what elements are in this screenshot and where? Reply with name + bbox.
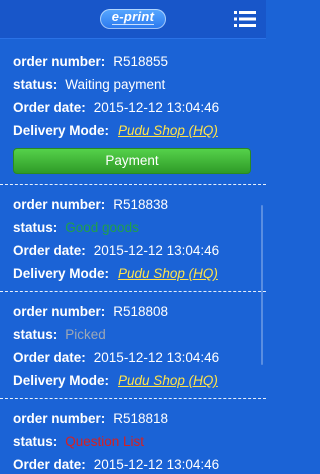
order-date-label: Order date: xyxy=(13,457,86,472)
payment-button[interactable]: Payment xyxy=(13,148,251,174)
order-date-label: Order date: xyxy=(13,243,86,258)
delivery-mode-label: Delivery Mode: xyxy=(13,373,110,388)
order-number-value: R518808 xyxy=(113,304,169,319)
status-value: Question List xyxy=(65,434,145,449)
order-date-label: Order date: xyxy=(13,100,86,115)
delivery-mode-label: Delivery Mode: xyxy=(13,266,110,281)
status-label: status: xyxy=(13,434,58,449)
delivery-mode-row: Delivery Mode: Pudu Shop (HQ) xyxy=(13,262,254,285)
status-label: status: xyxy=(13,327,58,342)
order-number-label: order number: xyxy=(13,304,106,319)
order-date-value: 2015-12-12 13:04:46 xyxy=(93,457,220,472)
order-number-value: R518838 xyxy=(113,197,169,212)
order-card[interactable]: order number: R518808 status: Picked Order… xyxy=(0,292,266,399)
order-date-row: Order date: 2015-12-12 13:04:46 xyxy=(13,96,254,119)
order-card[interactable]: order number: R518818 status: Question Lis… xyxy=(0,399,266,474)
order-date-label: Order date: xyxy=(13,350,86,365)
order-number-row: order number: R518808 xyxy=(13,300,254,323)
order-date-row: Order date: 2015-12-12 13:04:46 xyxy=(13,453,254,474)
order-number-label: order number: xyxy=(13,54,106,69)
delivery-mode-row: Delivery Mode: Pudu Shop (HQ) xyxy=(13,369,254,392)
order-number-row: order number: R518855 xyxy=(13,50,254,73)
status-row: status: Picked xyxy=(13,323,254,346)
order-date-value: 2015-12-12 13:04:46 xyxy=(93,243,220,258)
status-label: status: xyxy=(13,77,58,92)
logo-underline xyxy=(112,24,154,28)
delivery-shop-link[interactable]: Pudu Shop (HQ) xyxy=(118,266,218,281)
order-date-value: 2015-12-12 13:04:46 xyxy=(93,350,220,365)
e-print-logo[interactable]: e-print xyxy=(100,9,166,29)
delivery-shop-link[interactable]: Pudu Shop (HQ) xyxy=(118,123,218,138)
order-number-row: order number: R518818 xyxy=(13,407,254,430)
order-list: order number: R518855 status: Waiting paym… xyxy=(0,42,266,474)
status-label: status: xyxy=(13,220,58,235)
logo-text: e-print xyxy=(111,9,155,24)
order-number-label: order number: xyxy=(13,197,106,212)
status-value: Picked xyxy=(65,327,106,342)
order-card[interactable]: order number: R518855 status: Waiting paym… xyxy=(0,42,266,185)
status-row: status: Waiting payment xyxy=(13,73,254,96)
header-divider xyxy=(0,38,266,39)
status-row: status: Good goods xyxy=(13,216,254,239)
delivery-mode-row: Delivery Mode: Pudu Shop (HQ) xyxy=(13,119,254,142)
order-number-value: R518855 xyxy=(113,54,169,69)
app-root: e-print order number: R518855 status: Wait… xyxy=(0,0,266,474)
order-number-label: order number: xyxy=(13,411,106,426)
hamburger-menu-icon[interactable] xyxy=(234,10,256,28)
order-number-row: order number: R518838 xyxy=(13,193,254,216)
delivery-shop-link[interactable]: Pudu Shop (HQ) xyxy=(118,373,218,388)
order-date-value: 2015-12-12 13:04:46 xyxy=(93,100,220,115)
status-row: status: Question List xyxy=(13,430,254,453)
list-scrollbar[interactable] xyxy=(261,205,263,365)
delivery-mode-label: Delivery Mode: xyxy=(13,123,110,138)
status-value: Waiting payment xyxy=(65,77,166,92)
top-bar: e-print xyxy=(0,0,266,38)
status-value: Good goods xyxy=(65,220,139,235)
order-card[interactable]: order number: R518838 status: Good goods O… xyxy=(0,185,266,292)
order-number-value: R518818 xyxy=(113,411,169,426)
order-date-row: Order date: 2015-12-12 13:04:46 xyxy=(13,346,254,369)
order-date-row: Order date: 2015-12-12 13:04:46 xyxy=(13,239,254,262)
